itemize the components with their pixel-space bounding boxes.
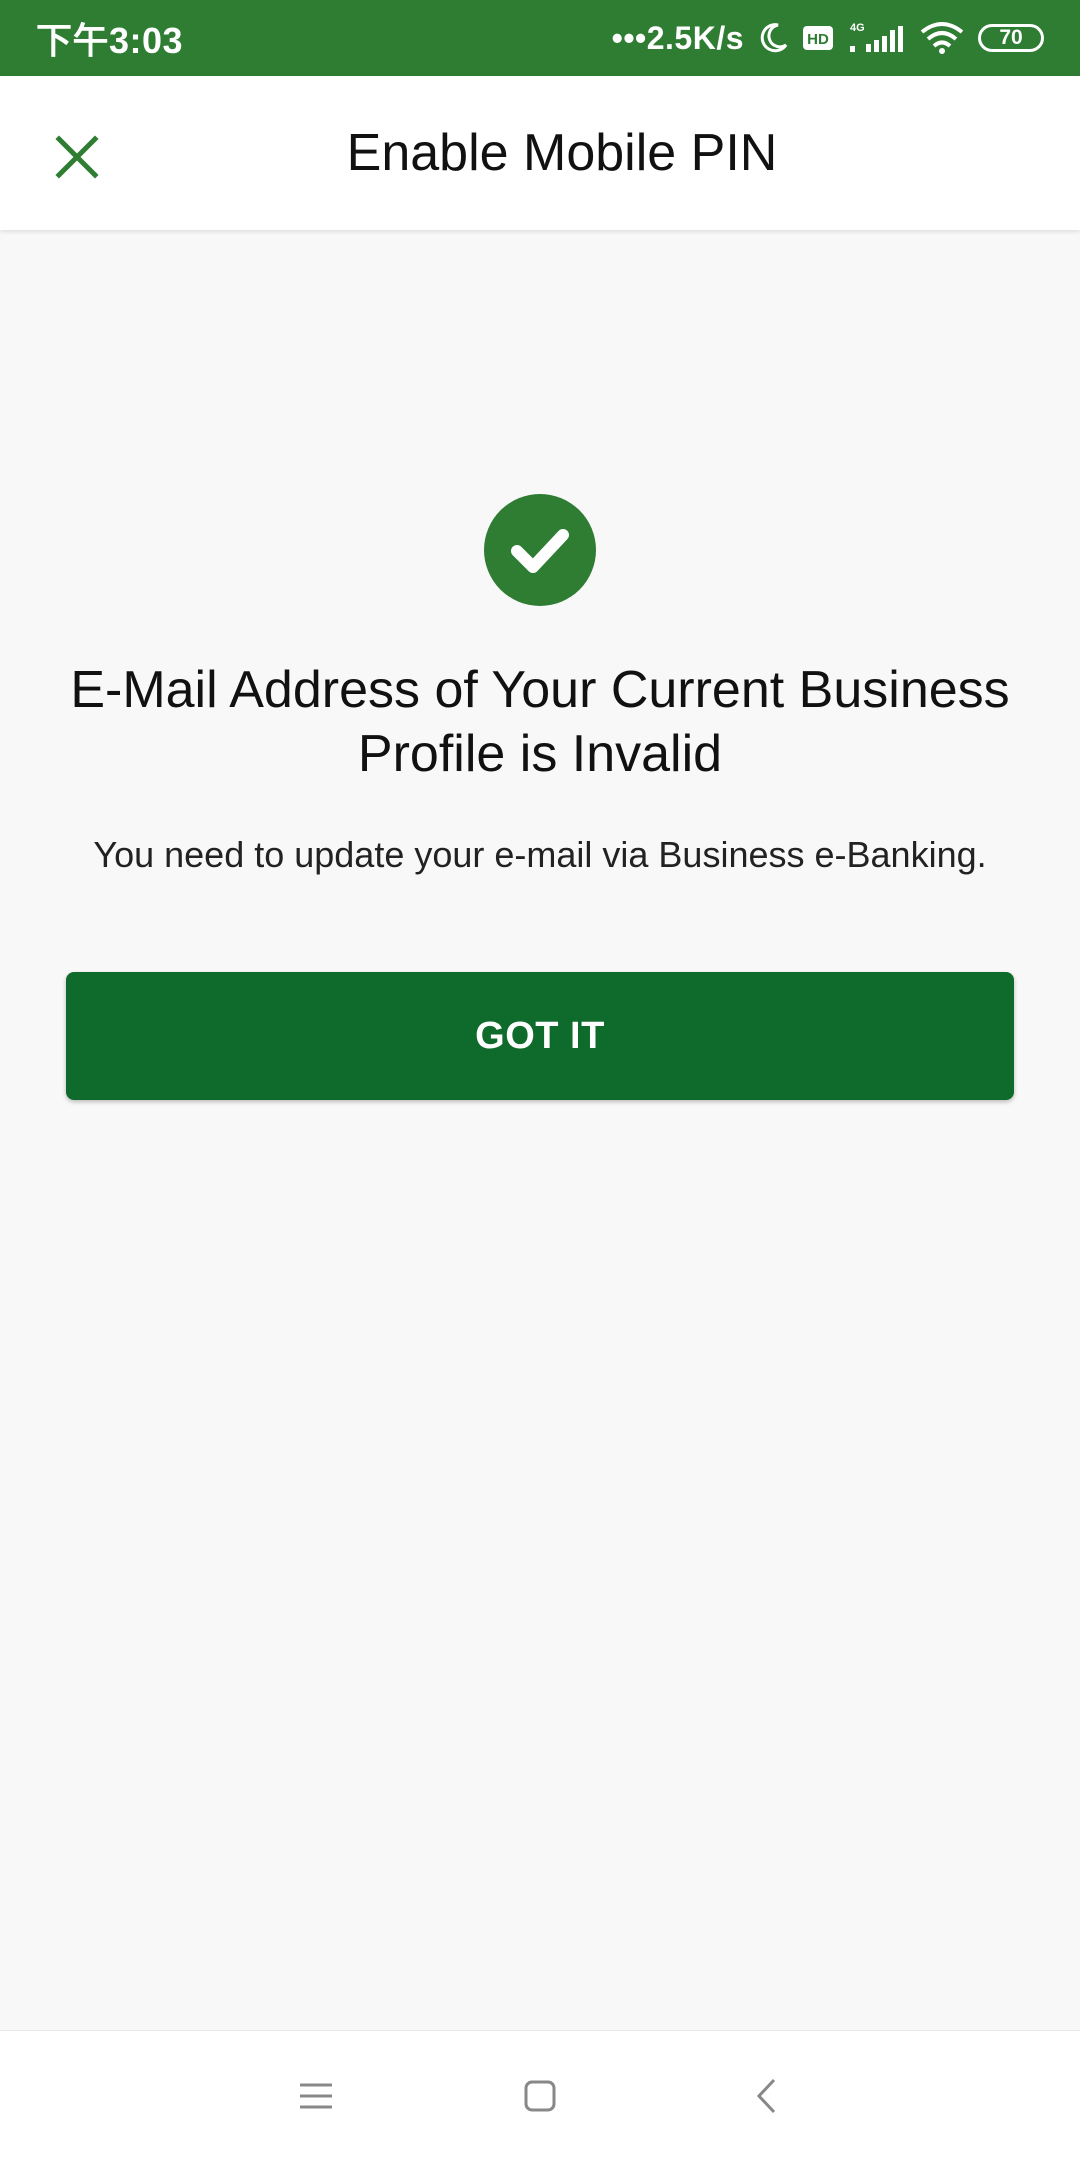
network-speed: •••2.5K/s [611, 19, 744, 56]
menu-button[interactable] [256, 2031, 376, 2161]
signal-4g-icon: 4G [846, 20, 906, 56]
back-button[interactable] [706, 2031, 826, 2161]
svg-text:4G: 4G [850, 22, 865, 34]
battery-icon: 70 [978, 24, 1044, 52]
check-circle-icon [484, 494, 596, 606]
home-button[interactable] [480, 2031, 600, 2161]
app-bar: Enable Mobile PIN [0, 76, 1080, 230]
menu-icon [298, 2081, 334, 2111]
home-icon [523, 2079, 557, 2113]
hd-icon: HD [802, 24, 834, 52]
back-icon [754, 2077, 778, 2115]
wifi-icon [918, 20, 966, 56]
status-bar: 下午3:03 •••2.5K/s HD 4G 70 [0, 0, 1080, 76]
page-title: Enable Mobile PIN [346, 124, 778, 182]
got-it-button[interactable]: GOT IT [66, 972, 1014, 1100]
status-time: 下午3:03 [36, 20, 184, 61]
system-nav-bar [0, 2030, 1080, 2161]
status-icons: •••2.5K/s HD 4G 70 [612, 20, 1044, 57]
main-content: E-Mail Address of Your Current Business … [0, 230, 1080, 2030]
error-heading: E-Mail Address of Your Current Business … [70, 661, 1010, 783]
moon-icon [756, 21, 790, 55]
svg-text:HD: HD [807, 31, 829, 48]
error-message: You need to update your e-mail via Busin… [93, 834, 987, 875]
